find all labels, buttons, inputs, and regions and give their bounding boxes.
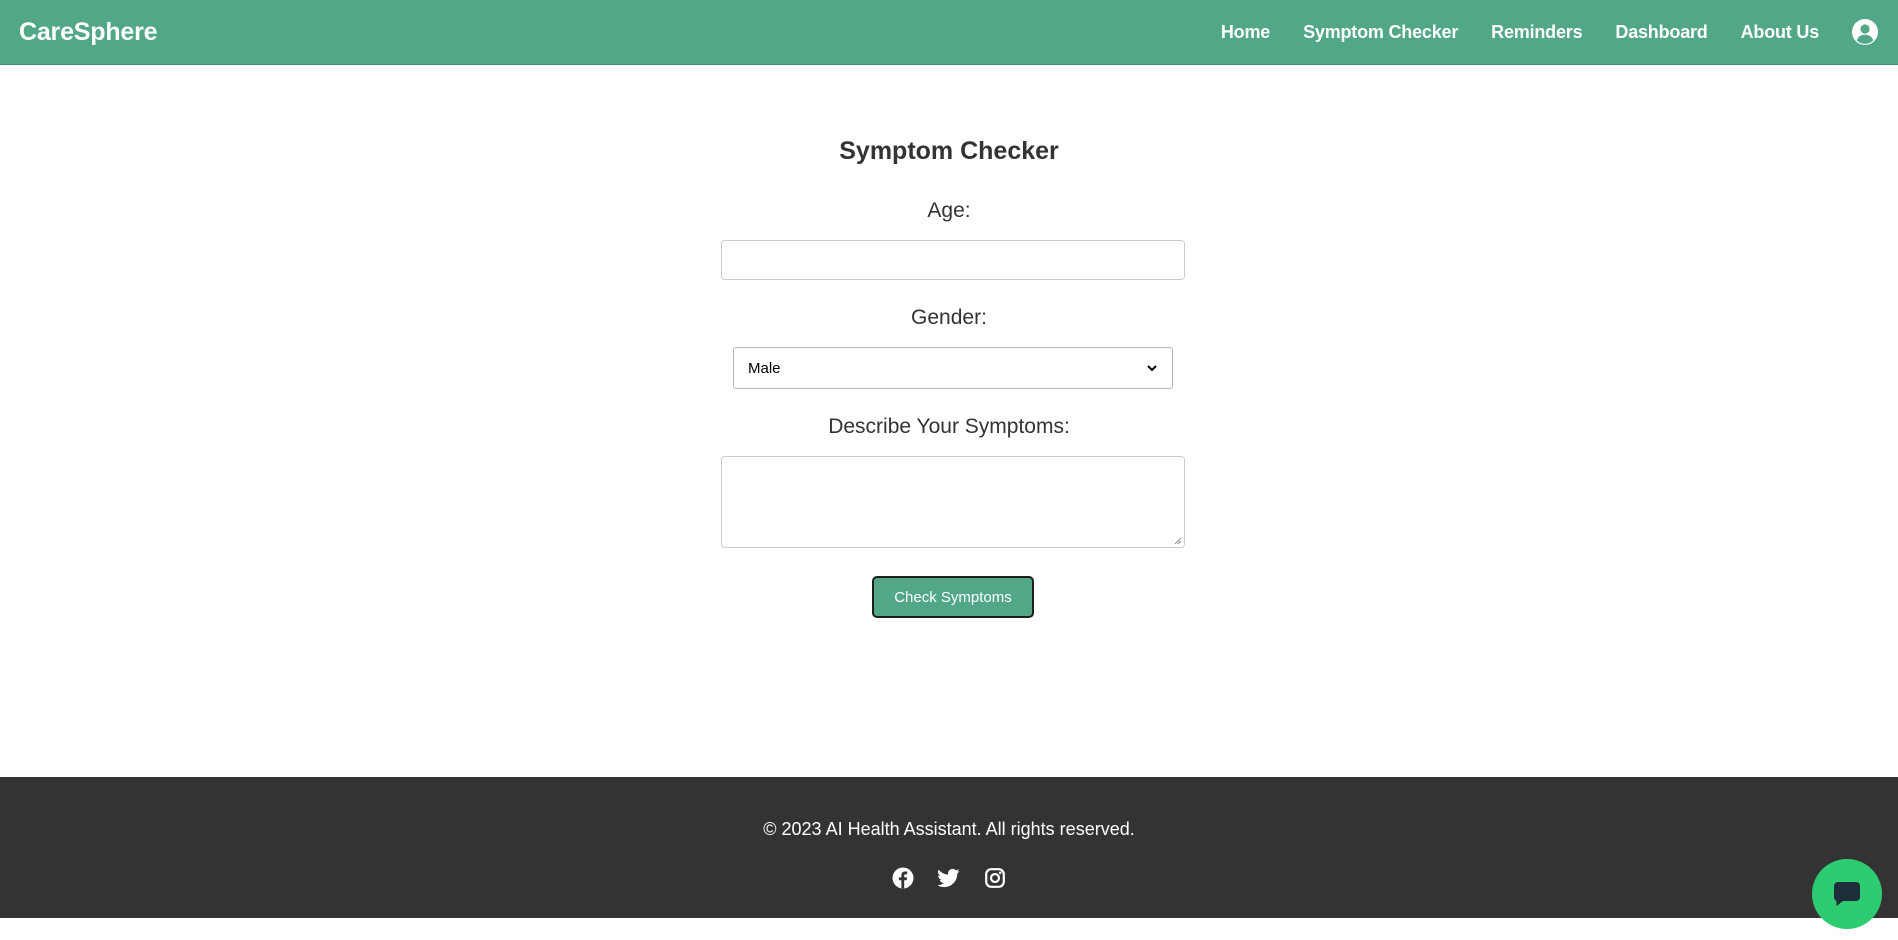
chevron-down-icon: [1146, 362, 1158, 374]
age-input[interactable]: [721, 240, 1185, 280]
facebook-icon[interactable]: [892, 867, 914, 889]
social-links: [0, 867, 1898, 889]
nav-links: Home Symptom Checker Reminders Dashboard…: [1221, 0, 1819, 64]
gender-label: Gender:: [911, 306, 987, 329]
symptoms-textarea[interactable]: [721, 456, 1185, 548]
user-circle-icon[interactable]: [1851, 18, 1879, 46]
gender-selected-value: Male: [748, 359, 781, 377]
nav-symptom-checker[interactable]: Symptom Checker: [1303, 22, 1458, 43]
footer: © 2023 AI Health Assistant. All rights r…: [0, 777, 1898, 918]
brand-logo[interactable]: CareSphere: [19, 18, 158, 47]
nav-reminders[interactable]: Reminders: [1491, 22, 1582, 43]
age-label: Age:: [927, 199, 971, 222]
symptoms-label: Describe Your Symptoms:: [828, 415, 1070, 438]
top-navbar: CareSphere Home Symptom Checker Reminder…: [0, 0, 1898, 65]
check-symptoms-button[interactable]: Check Symptoms: [872, 576, 1034, 618]
instagram-icon[interactable]: [984, 867, 1006, 889]
nav-home[interactable]: Home: [1221, 22, 1270, 43]
chat-bubble-icon[interactable]: [1812, 859, 1882, 929]
gender-select[interactable]: Male: [733, 347, 1173, 389]
twitter-icon[interactable]: [938, 867, 960, 889]
copyright-text: © 2023 AI Health Assistant. All rights r…: [763, 819, 1135, 839]
nav-dashboard[interactable]: Dashboard: [1615, 22, 1707, 43]
nav-about-us[interactable]: About Us: [1741, 22, 1820, 43]
symptom-checker-form: Symptom Checker Age: Gender: Male Descri…: [0, 65, 1898, 777]
page-title: Symptom Checker: [839, 137, 1059, 165]
resize-handle-icon[interactable]: [1173, 536, 1182, 545]
